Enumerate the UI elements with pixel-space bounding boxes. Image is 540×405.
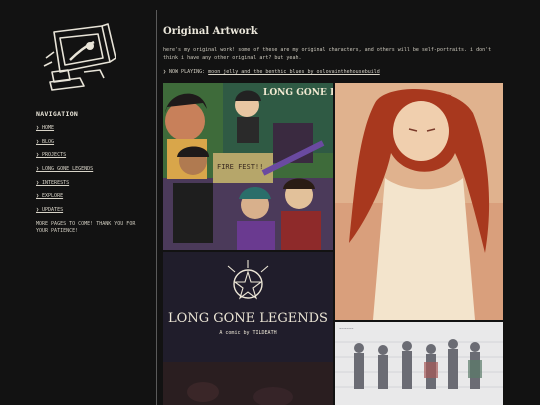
nav-item-home[interactable]: ❯ HOME xyxy=(36,125,54,131)
nav-item-updates[interactable]: ❯ UPDATES xyxy=(36,207,63,213)
nav-title: NAVIGATION xyxy=(36,110,79,118)
page-title: Original Artwork xyxy=(163,26,258,37)
artwork-caption: LONG GONE LEGENDS xyxy=(263,88,333,98)
main-content: Original Artwork here's my original work… xyxy=(163,0,540,405)
svg-text:~~~~~~: ~~~~~~ xyxy=(339,326,354,331)
nav-item-blog[interactable]: ❯ BLOG xyxy=(36,139,54,145)
nav-list: ❯ HOME ❯ BLOG ❯ PROJECTS ❯ LONG GONE LEG… xyxy=(36,124,93,220)
sidebar-divider xyxy=(156,10,157,405)
cover-subtitle: A comic by TILDEATH xyxy=(219,330,276,336)
retro-computer-icon[interactable] xyxy=(40,22,117,92)
now-playing-label: ❯ NOW PLAYING: xyxy=(163,69,206,75)
artwork-long-gone-legends-group[interactable]: LONG GONE LEGENDS FIRE FEST!! xyxy=(163,83,333,250)
cover-title: LONG GONE LEGENDS xyxy=(168,311,328,326)
artwork-long-gone-legends-cover[interactable]: LONG GONE LEGENDS A comic by TILDEATH xyxy=(163,252,333,405)
nav-item-explore[interactable]: ❯ EXPLORE xyxy=(36,193,63,199)
artwork-red-hair-portrait[interactable]: ~ xyxy=(335,83,503,320)
artwork-character-lineup[interactable]: ~~~~~~ xyxy=(335,322,503,405)
sidebar: NAVIGATION ❯ HOME ❯ BLOG ❯ PROJECTS ❯ LO… xyxy=(0,0,156,405)
nav-item-long-gone-legends[interactable]: ❯ LONG GONE LEGENDS xyxy=(36,166,93,172)
nav-item-interests[interactable]: ❯ INTERESTS xyxy=(36,180,69,186)
intro-text: here's my original work! some of these a… xyxy=(163,47,492,61)
nav-note: MORE PAGES TO COME! THANK YOU FOR YOUR P… xyxy=(36,221,136,234)
nav-item-projects[interactable]: ❯ PROJECTS xyxy=(36,152,66,158)
artwork-gallery: LONG GONE LEGENDS FIRE FEST!! ~ xyxy=(163,83,503,405)
now-playing: ❯ NOW PLAYING: moon jelly and the benthi… xyxy=(163,69,380,75)
artwork-sign: FIRE FEST!! xyxy=(217,163,263,171)
svg-text:~: ~ xyxy=(447,92,452,99)
now-playing-link[interactable]: moon jelly and the benthic blues by oslo… xyxy=(208,69,380,75)
